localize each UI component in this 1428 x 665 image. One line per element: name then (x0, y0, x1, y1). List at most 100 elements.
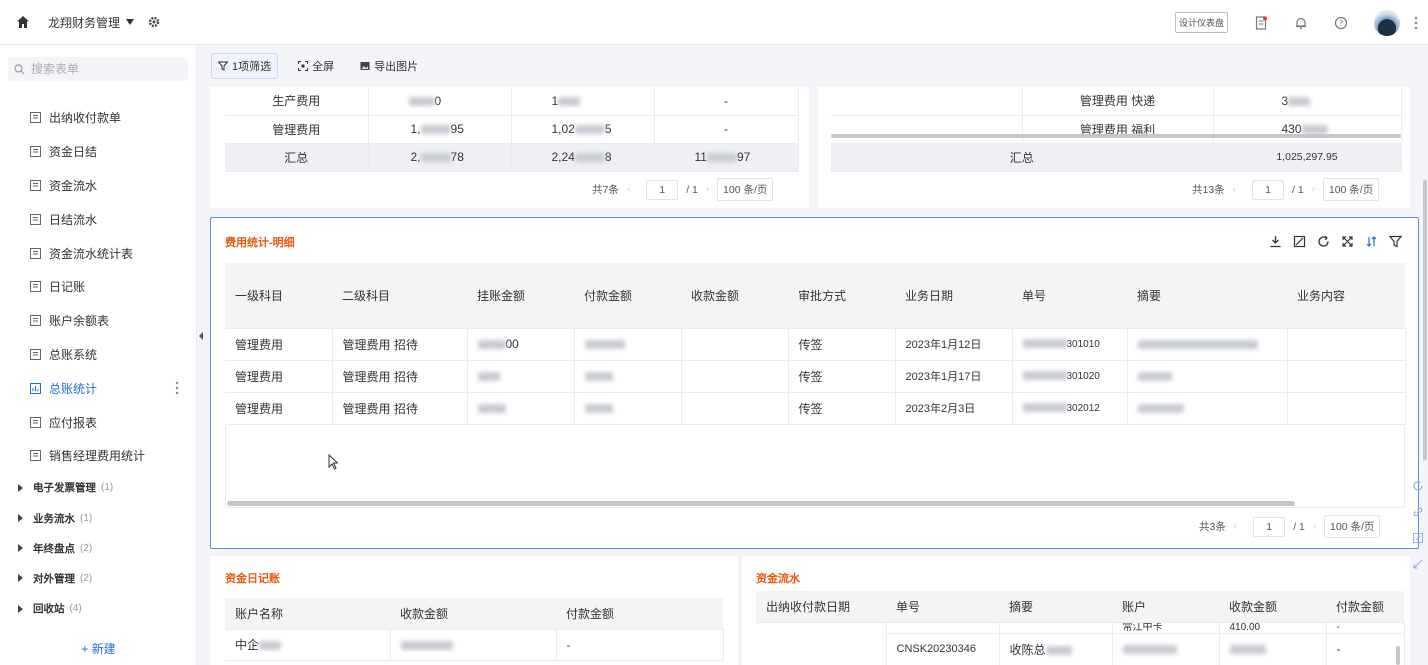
more-vertical-icon[interactable] (1414, 15, 1418, 31)
prev-page-icon[interactable]: ‹ (1234, 521, 1237, 532)
sidebar-item-cashier-receipts[interactable]: 出纳收付款单 (0, 101, 197, 135)
sidebar-group-business-flow[interactable]: 业务流水 (1) (0, 503, 197, 533)
next-page-icon[interactable]: › (1313, 521, 1316, 532)
horizontal-scrollbar[interactable] (227, 501, 1295, 506)
column-header[interactable]: 单号 (886, 591, 999, 623)
table-cell (681, 360, 789, 393)
column-header[interactable]: 出纳收付款日期 (756, 591, 886, 623)
redacted-value (1288, 97, 1311, 107)
sidebar-item-cash-flow[interactable]: 资金流水 (0, 169, 197, 203)
refresh-icon[interactable] (1317, 235, 1330, 248)
sidebar-item-payables-report[interactable]: 应付报表 (0, 405, 197, 439)
home-icon[interactable] (16, 15, 30, 29)
gear-icon[interactable] (148, 16, 160, 28)
page-vertical-scrollbar[interactable] (1423, 180, 1427, 460)
vertical-scrollbar[interactable] (1396, 646, 1400, 665)
sidebar-group-e-invoice[interactable]: 电子发票管理 (1) (0, 473, 197, 503)
column-header[interactable]: 收款金额 (1219, 591, 1326, 623)
column-header[interactable]: 审批方式 (788, 263, 895, 329)
column-header[interactable]: 付款金额 (574, 263, 681, 329)
expand-icon[interactable] (1341, 235, 1354, 248)
resize-icon[interactable] (1412, 558, 1424, 570)
sidebar-item-daily-settlement[interactable]: 资金日结 (0, 135, 197, 169)
edit-icon[interactable] (1412, 532, 1424, 544)
column-header[interactable]: 业务内容 (1287, 263, 1405, 329)
table-cell: 301010 (1012, 328, 1128, 361)
design-dashboard-button[interactable]: 设计仪表盘 (1174, 12, 1228, 33)
sidebar-item-ledger-stats[interactable]: 总账统计 (0, 371, 197, 405)
collapse-sidebar-icon[interactable] (197, 327, 205, 345)
page-number-input[interactable]: 1 (1253, 516, 1286, 537)
avatar[interactable] (1374, 9, 1400, 36)
table-cell: 汇总 (225, 143, 369, 172)
column-header[interactable]: 账户名称 (225, 598, 390, 630)
sidebar-item-ledger-system[interactable]: 总账系统 (0, 338, 197, 372)
redacted-value (259, 641, 282, 651)
page-number-input[interactable]: 1 (646, 179, 679, 200)
column-header[interactable]: 二级科目 (332, 263, 467, 329)
sidebar-item-cash-flow-stats[interactable]: 资金流水统计表 (0, 236, 197, 270)
table-cell (886, 622, 1000, 634)
refresh-icon[interactable] (1412, 480, 1424, 492)
bell-icon[interactable] (1294, 16, 1308, 30)
next-page-icon[interactable]: › (1312, 184, 1315, 195)
app-title[interactable]: 龙翔财务管理 (48, 14, 120, 31)
sidebar-group-recycle-bin[interactable]: 回收站 (4) (0, 594, 197, 624)
table-row[interactable]: 管理费用 管理费用 招待 传签 2023年2月3日 302012 (225, 392, 1406, 425)
column-header[interactable]: 摘要 (999, 591, 1112, 623)
column-header[interactable]: 摘要 (1127, 263, 1287, 329)
table-cell (1287, 360, 1406, 393)
next-page-icon[interactable]: › (706, 184, 709, 195)
column-header[interactable]: 收款金额 (390, 598, 556, 630)
column-header[interactable]: 账户 (1112, 591, 1219, 623)
export-image-button[interactable]: 导出图片 (354, 54, 424, 78)
table-cell-text: 中企 (235, 638, 260, 652)
sort-icon[interactable] (1365, 235, 1378, 248)
fullscreen-button[interactable]: 全屏 (292, 54, 340, 78)
report-icon[interactable] (1254, 15, 1268, 30)
more-vertical-icon[interactable] (175, 381, 179, 395)
sidebar-item-journal[interactable]: 日记账 (0, 270, 197, 304)
table-cell: 2023年1月17日 (895, 360, 1013, 393)
column-header[interactable]: 业务日期 (895, 263, 1012, 329)
page-size-select[interactable]: 100 条/页 (1323, 178, 1380, 201)
horizontal-scrollbar[interactable] (831, 134, 1401, 138)
table-cell: 汇总 (831, 143, 1214, 172)
sidebar-item-daily-flow[interactable]: 日结流水 (0, 202, 197, 236)
table-cell: - (556, 629, 724, 661)
column-header[interactable]: 付款金额 (556, 598, 723, 630)
page-size-select[interactable]: 100 条/页 (1324, 515, 1381, 538)
table-row[interactable]: 管理费用 管理费用 招待 00 传签 2023年1月12日 301010 (225, 328, 1406, 361)
prev-page-icon[interactable]: ‹ (1233, 184, 1236, 195)
help-icon[interactable]: ? (1334, 16, 1348, 30)
column-header[interactable]: 挂账金额 (467, 263, 574, 329)
search-input[interactable] (31, 62, 181, 76)
table-cell-text: 00 (505, 337, 519, 351)
table-row[interactable]: 中企 - (225, 629, 724, 661)
clear-icon[interactable] (1293, 235, 1306, 248)
download-icon[interactable] (1269, 235, 1282, 248)
filter-button[interactable]: 1项筛选 (211, 53, 279, 79)
column-header[interactable]: 单号 (1012, 263, 1127, 329)
sidebar-item-account-balance[interactable]: 账户余额表 (0, 304, 197, 338)
column-header[interactable]: 收款金额 (681, 263, 788, 329)
table-row[interactable]: 常江中卡 410.00 - (756, 622, 1405, 665)
filter-icon[interactable] (1389, 235, 1402, 248)
page-number-input[interactable]: 1 (1252, 179, 1285, 200)
filter-label: 1项筛选 (232, 61, 272, 73)
sidebar-group-external[interactable]: 对外管理 (2) (0, 563, 197, 593)
sidebar-item-sales-manager-expenses[interactable]: 销售经理费用统计 (0, 439, 197, 473)
link-icon[interactable] (1412, 506, 1424, 518)
new-form-button[interactable]: + 新建 (0, 640, 197, 657)
table-row[interactable]: 管理费用 管理费用 招待 传签 2023年1月17日 301020 (225, 360, 1406, 393)
prev-page-icon[interactable]: ‹ (627, 184, 630, 195)
chevron-down-icon[interactable] (126, 19, 135, 25)
table-cell: - (1326, 633, 1405, 665)
column-header[interactable]: 一级科目 (225, 263, 332, 329)
sidebar-group-year-end[interactable]: 年终盘点 (2) (0, 533, 197, 563)
table-header-row: 账户名称 收款金额 付款金额 (225, 598, 723, 630)
page-size-select[interactable]: 100 条/页 (717, 178, 774, 201)
table-cell (681, 328, 789, 361)
column-header[interactable]: 付款金额 (1326, 591, 1404, 623)
search-box[interactable] (8, 57, 188, 81)
